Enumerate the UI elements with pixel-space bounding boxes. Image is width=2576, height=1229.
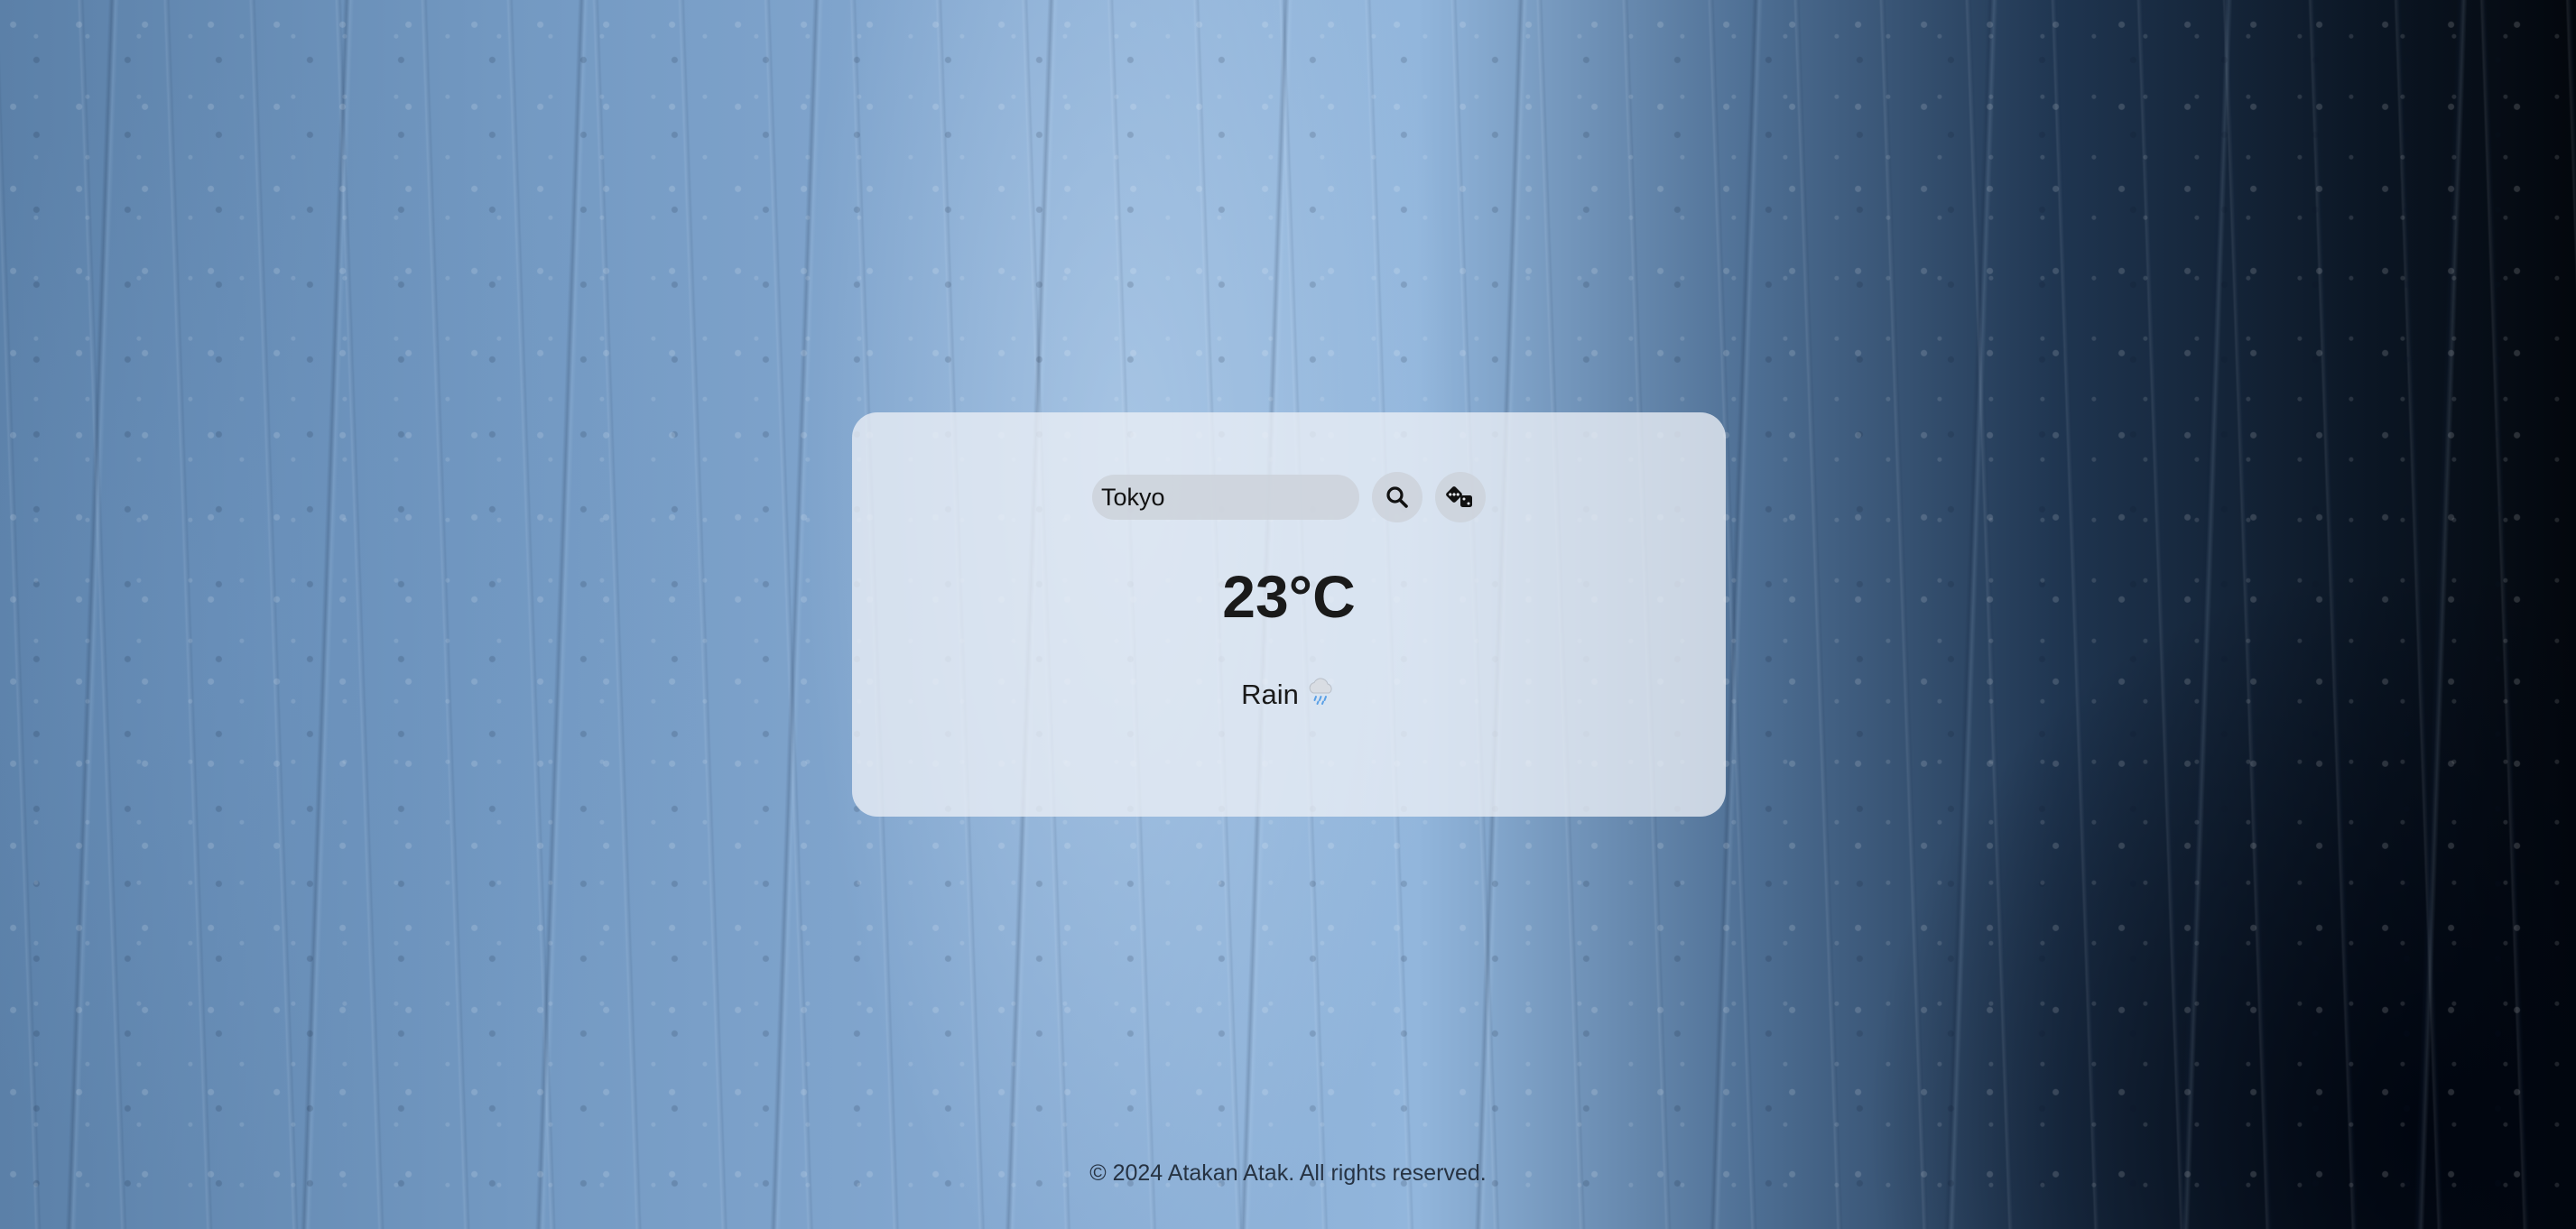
rain-cloud-icon	[1306, 676, 1337, 714]
weather-card: 23°C Rain	[852, 412, 1726, 817]
temperature-display: 23°C	[1222, 563, 1356, 630]
random-city-button[interactable]	[1435, 472, 1486, 522]
search-icon	[1385, 485, 1409, 509]
dice-icon	[1445, 485, 1476, 510]
search-row	[1092, 472, 1486, 522]
copyright-footer: © 2024 Atakan Atak. All rights reserved.	[1089, 1160, 1487, 1186]
condition-label: Rain	[1241, 679, 1299, 710]
search-button[interactable]	[1372, 472, 1422, 522]
weather-condition: Rain	[1241, 676, 1337, 714]
city-search-input[interactable]	[1092, 475, 1359, 520]
